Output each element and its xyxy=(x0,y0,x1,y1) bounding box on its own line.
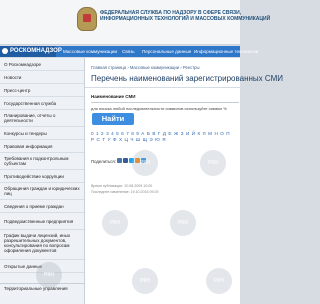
sidebar-item-news[interactable]: Новости xyxy=(0,71,84,84)
roskomnadzor-logo[interactable]: РОСКОМНАДЗОР xyxy=(0,46,62,57)
updated-date: Последнее изменение: 19.10.2015 09:29 xyxy=(91,190,159,194)
watermark-logo: РКН xyxy=(102,210,128,236)
find-button[interactable]: Найти xyxy=(92,113,134,125)
page-title: Перечень наименований зарегистрированных… xyxy=(91,74,283,83)
top-navigation: РОСКОМНАДЗОР Массовые коммуникации Связь… xyxy=(0,46,258,57)
sidebar-item-anti-corruption[interactable]: Противодействие коррупции xyxy=(0,170,84,183)
sidebar-item-press-center[interactable]: Пресс-центр xyxy=(0,84,84,97)
sidebar-item-about[interactable]: О Роскомнадзоре xyxy=(0,58,84,71)
search-hint: для поиска любой последовательности симв… xyxy=(91,106,227,111)
logo-icon xyxy=(2,48,8,54)
alphabet-index[interactable]: 0 1 2 3 4 5 6 7 8 9 А Б В Г Д Е Ж З И Й … xyxy=(91,131,231,143)
vk-share-icon[interactable] xyxy=(117,158,122,163)
watermark-logo: РКН xyxy=(36,262,62,288)
watermark-logo: РКН xyxy=(200,150,226,176)
facebook-share-icon[interactable] xyxy=(123,158,128,163)
sidebar-item-legal-info[interactable]: Правовая информация xyxy=(0,140,84,153)
nav-item-communications[interactable]: Связь xyxy=(122,46,135,57)
nav-item-personal-data[interactable]: Персональные данные xyxy=(142,46,191,57)
watermark-logo: РКН xyxy=(132,268,158,294)
media-name-label: Наименование СМИ xyxy=(91,94,136,99)
sidebar-item-subordinate[interactable]: Подведомственные предприятия xyxy=(0,213,84,230)
site-header: Федеральная служба по надзору в сфере св… xyxy=(0,0,271,45)
nav-item-information-technologies[interactable]: Информационные технологии xyxy=(194,46,258,57)
media-name-input[interactable] xyxy=(91,102,239,103)
sidebar-item-requirements[interactable]: Требования к подконтрольным субъектам xyxy=(0,153,84,170)
sidebar-item-planning-reports[interactable]: Планирование, отчеты о деятельности xyxy=(0,110,84,127)
sidebar-item-reception[interactable]: Сведения о приеме граждан xyxy=(0,200,84,213)
published-date: Время публикации: 20.08.2009 10:00 xyxy=(91,184,153,188)
coat-of-arms-icon xyxy=(77,7,97,31)
title-divider xyxy=(85,87,240,88)
sidebar-item-tenders[interactable]: Конкурсы и тендеры xyxy=(0,127,84,140)
watermark-logo: РКН xyxy=(132,150,158,176)
watermark-logo: РКН xyxy=(170,210,196,236)
watermark-logo: РКН xyxy=(206,268,232,294)
breadcrumb[interactable]: Главная страница › Массовые коммуникации… xyxy=(91,65,199,70)
sidebar-item-civil-service[interactable]: Государственная служба xyxy=(0,97,84,110)
logo-text: РОСКОМНАДЗОР xyxy=(10,48,62,54)
agency-title: Федеральная служба по надзору в сфере св… xyxy=(100,10,271,22)
sidebar-item-license-schedule[interactable]: График выдачи лицензий, иных разрешитель… xyxy=(0,230,84,260)
nav-item-mass-communications[interactable]: Массовые коммуникации xyxy=(63,46,117,57)
agency-title-line: информационных технологий и массовых ком… xyxy=(100,16,271,22)
sidebar-item-appeals[interactable]: Обращения граждан и юридических лиц xyxy=(0,183,84,200)
share-label: Поделиться: xyxy=(91,159,116,164)
